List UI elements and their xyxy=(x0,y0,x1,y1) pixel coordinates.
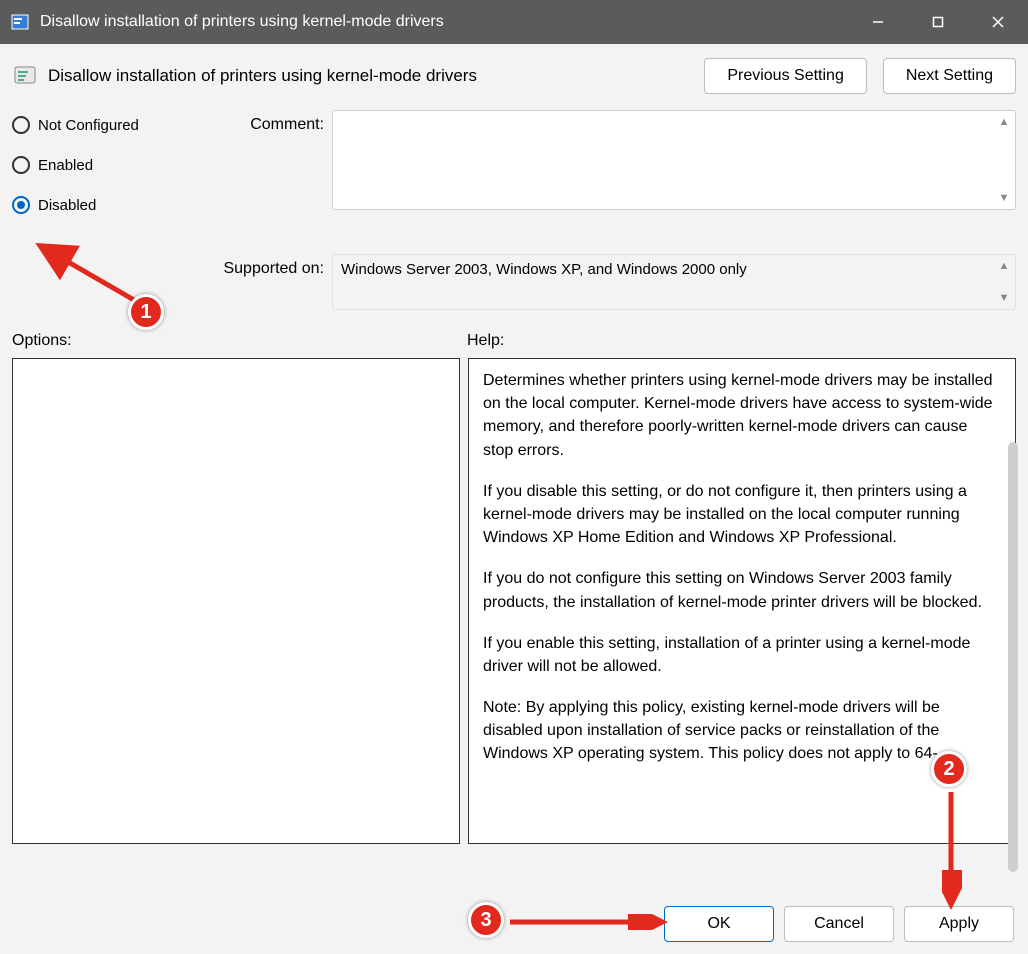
supported-value: Windows Server 2003, Windows XP, and Win… xyxy=(341,261,747,278)
options-panel xyxy=(12,358,460,844)
maximize-button[interactable] xyxy=(908,0,968,44)
window-icon xyxy=(10,12,30,32)
radio-label: Not Configured xyxy=(38,117,139,134)
panels-row: Determines whether printers using kernel… xyxy=(0,358,1028,844)
help-scrollbar[interactable] xyxy=(1008,442,1018,872)
scroll-up-icon[interactable]: ▲ xyxy=(997,259,1011,273)
radio-not-configured[interactable]: Not Configured xyxy=(12,116,202,134)
radio-icon xyxy=(12,156,30,174)
help-paragraph: If you enable this setting, installation… xyxy=(483,632,1001,678)
radio-label: Disabled xyxy=(38,197,96,214)
radio-icon xyxy=(12,196,30,214)
scroll-down-icon[interactable]: ▼ xyxy=(997,291,1011,305)
annotation-callout-2: 2 xyxy=(931,751,967,787)
dialog-footer: OK Cancel Apply xyxy=(664,906,1014,942)
radio-disabled[interactable]: Disabled xyxy=(12,196,202,214)
help-paragraph: Note: By applying this policy, existing … xyxy=(483,696,1001,766)
next-setting-button[interactable]: Next Setting xyxy=(883,58,1016,94)
titlebar: Disallow installation of printers using … xyxy=(0,0,1028,44)
radio-enabled[interactable]: Enabled xyxy=(12,156,202,174)
annotation-arrow-3 xyxy=(508,914,668,930)
radio-icon xyxy=(12,116,30,134)
help-paragraph: Determines whether printers using kernel… xyxy=(483,369,1001,462)
scroll-up-icon[interactable]: ▲ xyxy=(997,115,1011,129)
comment-field[interactable]: ▲ ▼ xyxy=(332,110,1016,210)
window-title: Disallow installation of printers using … xyxy=(40,13,848,31)
policy-title: Disallow installation of printers using … xyxy=(48,66,688,86)
policy-icon xyxy=(12,63,38,89)
content-area: Disallow installation of printers using … xyxy=(0,44,1028,954)
header-row: Disallow installation of printers using … xyxy=(0,44,1028,104)
state-radio-group: Not Configured Enabled Disabled xyxy=(12,110,202,236)
annotation-callout-3: 3 xyxy=(468,902,504,938)
annotation-callout-1: 1 xyxy=(128,294,164,330)
scroll-down-icon[interactable]: ▼ xyxy=(997,191,1011,205)
apply-button[interactable]: Apply xyxy=(904,906,1014,942)
options-section-label: Options: xyxy=(12,332,467,350)
help-paragraph: If you do not configure this setting on … xyxy=(483,567,1001,613)
supported-field: Windows Server 2003, Windows XP, and Win… xyxy=(332,254,1016,310)
radio-label: Enabled xyxy=(38,157,93,174)
window-controls xyxy=(848,0,1028,44)
cancel-button[interactable]: Cancel xyxy=(784,906,894,942)
close-button[interactable] xyxy=(968,0,1028,44)
supported-label: Supported on: xyxy=(202,254,332,278)
help-paragraph: If you disable this setting, or do not c… xyxy=(483,480,1001,550)
comment-label: Comment: xyxy=(202,110,332,134)
settings-grid: Not Configured Enabled Disabled Comment:… xyxy=(0,104,1028,310)
help-section-label: Help: xyxy=(467,332,504,350)
previous-setting-button[interactable]: Previous Setting xyxy=(704,58,867,94)
ok-button[interactable]: OK xyxy=(664,906,774,942)
minimize-button[interactable] xyxy=(848,0,908,44)
